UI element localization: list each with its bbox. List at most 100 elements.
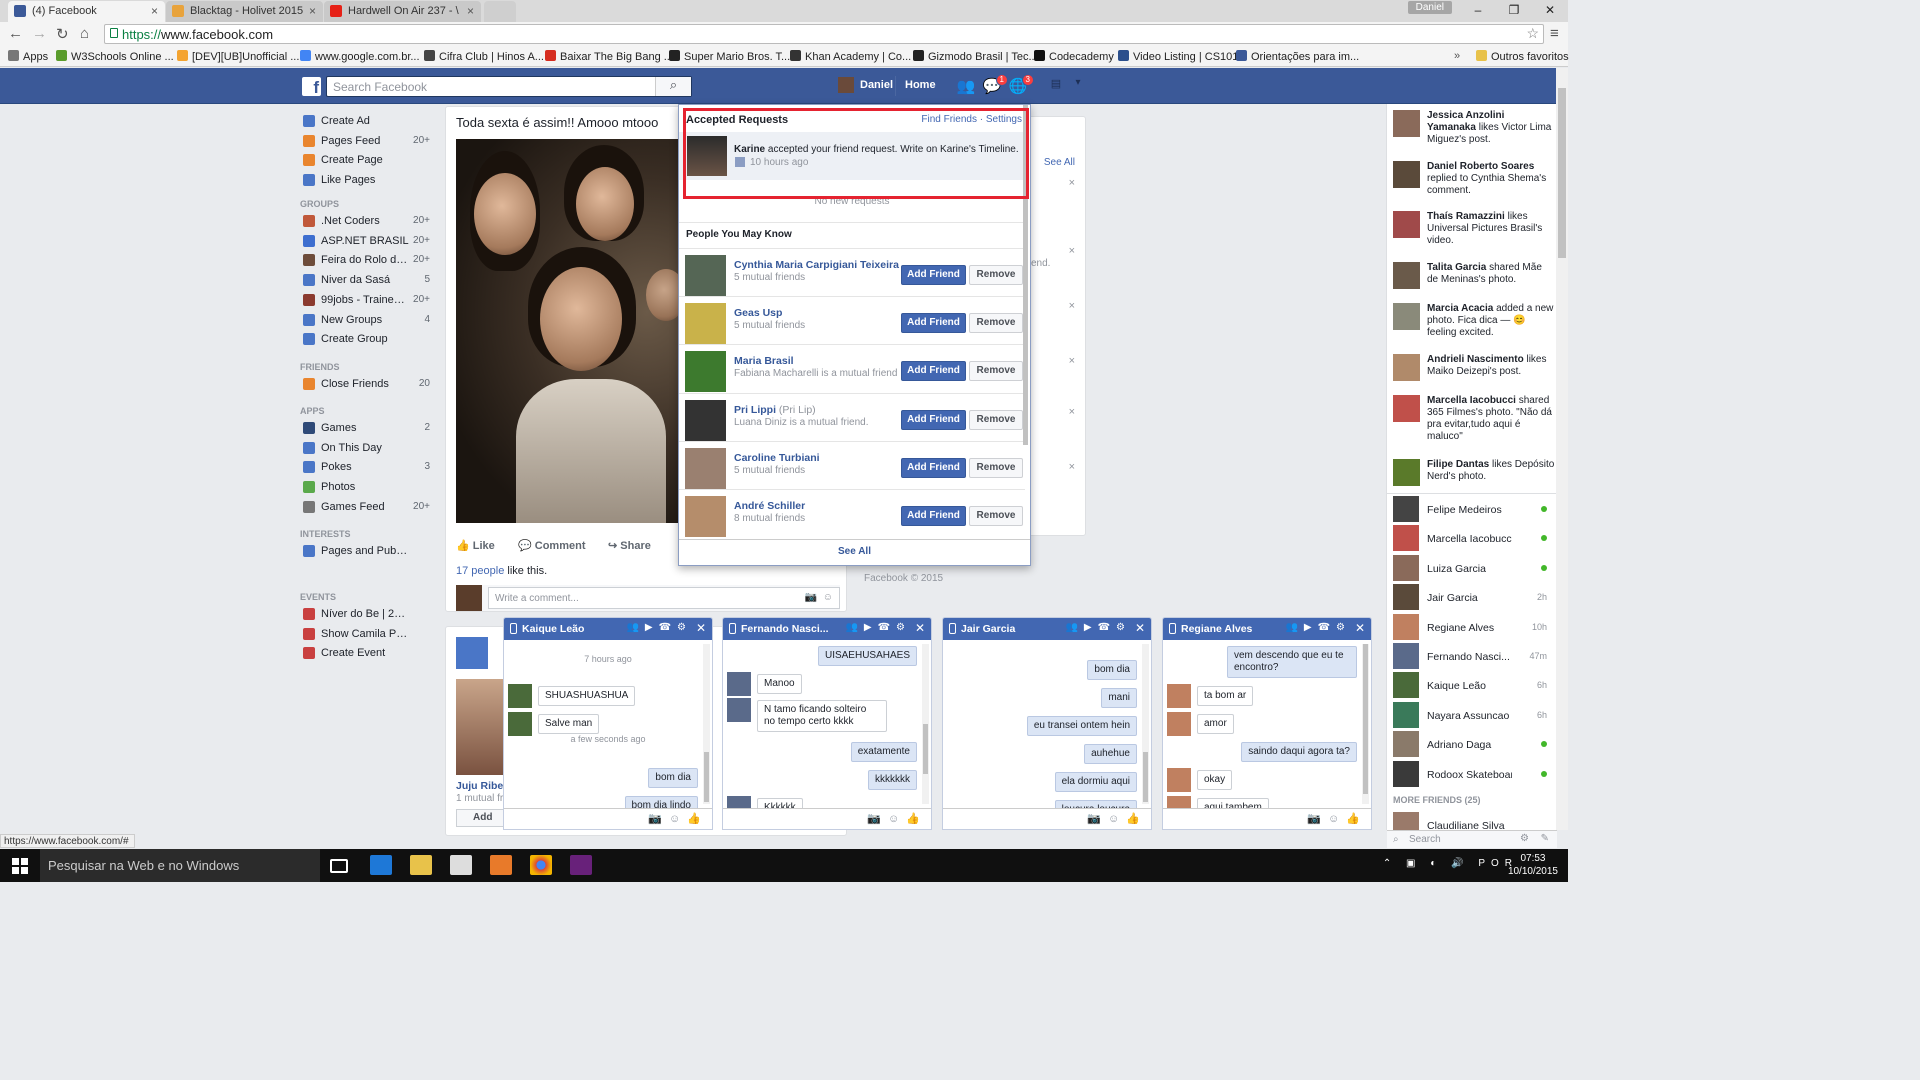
facebook-search-input[interactable]: Search Facebook ⌕ bbox=[326, 76, 692, 97]
comment-button[interactable]: 💬 Comment bbox=[518, 539, 586, 552]
browser-user-chip[interactable]: Daniel bbox=[1407, 1, 1452, 14]
close-icon[interactable]: × bbox=[1069, 177, 1075, 189]
avatar[interactable] bbox=[685, 255, 726, 296]
chat-header[interactable]: Regiane Alves 👥▶☎⚙ ✕ bbox=[1163, 618, 1371, 640]
chat-friend-row[interactable]: Kaique Leão 6h bbox=[1393, 672, 1553, 699]
avatar[interactable] bbox=[685, 447, 726, 489]
chat-header[interactable]: Fernando Nasci... 👥▶☎⚙ ✕ bbox=[723, 618, 931, 640]
close-icon[interactable]: × bbox=[1069, 355, 1075, 367]
remove-button[interactable]: Remove bbox=[969, 457, 1023, 478]
chat-header[interactable]: Jair Garcia 👥▶☎⚙ ✕ bbox=[943, 618, 1151, 640]
suggestion-photo[interactable] bbox=[456, 679, 504, 775]
bookmark-item[interactable]: [DEV][UB]Unofficial ... bbox=[177, 50, 299, 63]
nav-item[interactable]: Like Pages bbox=[300, 173, 434, 189]
search-icon[interactable]: ⌕ bbox=[655, 77, 691, 96]
tab-blacktag[interactable]: Blacktag - Holivet 2015 × bbox=[166, 1, 323, 22]
see-all-link[interactable]: See All bbox=[1044, 157, 1075, 168]
add-friend-button[interactable]: Add Friend bbox=[901, 265, 966, 285]
nav-item[interactable]: Feira do Rolo de ... 20+ bbox=[300, 253, 434, 269]
chat-actions[interactable]: 👥▶☎⚙ bbox=[1285, 622, 1351, 633]
other-bookmarks[interactable]: Outros favoritos bbox=[1476, 50, 1569, 63]
close-chat-icon[interactable]: ✕ bbox=[1355, 621, 1365, 635]
messages-icon[interactable]: 💬 1 bbox=[982, 74, 1008, 95]
avatar[interactable] bbox=[685, 351, 726, 393]
like-button[interactable]: 👍 Like bbox=[456, 539, 495, 552]
camera-icon[interactable]: 📷 bbox=[805, 592, 817, 603]
bookmark-item[interactable]: Orientações para im... bbox=[1236, 50, 1359, 63]
bookmark-item[interactable]: Apps bbox=[8, 50, 48, 63]
share-button[interactable]: ↪ Share bbox=[608, 539, 651, 552]
remove-button[interactable]: Remove bbox=[969, 361, 1023, 382]
add-friend-button[interactable]: Add Friend bbox=[901, 506, 966, 526]
settings-gear-icon[interactable]: ⚙ bbox=[1520, 833, 1529, 844]
account-menu-icon[interactable]: ▾ bbox=[1068, 77, 1088, 95]
chat-friend-row[interactable]: Luiza Garcia bbox=[1393, 554, 1553, 581]
nav-item[interactable]: Niver da Sasá 5 bbox=[300, 273, 434, 289]
person-name[interactable]: Geas Usp bbox=[734, 307, 782, 319]
remove-button[interactable]: Remove bbox=[969, 409, 1023, 430]
clock[interactable]: 07:53 10/10/2015 bbox=[1508, 852, 1558, 878]
bookmark-item[interactable]: Super Mario Bros. T... bbox=[669, 50, 790, 63]
reload-icon[interactable]: ↻ bbox=[56, 25, 69, 43]
chat-composer[interactable]: 📷☺👍 bbox=[943, 808, 1151, 829]
nav-item[interactable]: Pokes 3 bbox=[300, 460, 434, 476]
person-name[interactable]: Pri Lippi (Pri Lip) bbox=[734, 404, 816, 416]
nav-item[interactable]: Show Camila Profitti bbox=[300, 627, 434, 643]
chat-friend-row[interactable]: Adriano Daga bbox=[1393, 731, 1553, 758]
emoji-icon[interactable]: ☺ bbox=[823, 592, 833, 603]
close-chat-icon[interactable]: ✕ bbox=[1135, 621, 1145, 635]
notifications-icon[interactable]: 🌐 3 bbox=[1008, 74, 1034, 95]
bookmark-item[interactable]: W3Schools Online ... bbox=[56, 50, 174, 63]
nav-item[interactable]: 99jobs - Trainees ... 20+ bbox=[300, 293, 434, 309]
nav-item[interactable]: Pages and Public ... bbox=[300, 544, 434, 560]
chat-composer[interactable]: 📷☺👍 bbox=[723, 808, 931, 829]
add-friend-button[interactable]: Add Friend bbox=[901, 409, 966, 430]
nav-item[interactable]: Pages Feed 20+ bbox=[300, 134, 434, 150]
close-chat-icon[interactable]: ✕ bbox=[696, 621, 706, 635]
friend-requests-icon[interactable]: 👥 bbox=[956, 77, 976, 95]
bookmark-item[interactable]: Codecademy bbox=[1034, 50, 1114, 63]
bookmark-item[interactable]: Video Listing | CS101 bbox=[1118, 50, 1238, 63]
chat-friend-row[interactable]: Fernando Nasci... 47m bbox=[1393, 643, 1553, 669]
tab-hardwell[interactable]: Hardwell On Air 237 - \ × bbox=[324, 1, 481, 22]
chat-actions[interactable]: 👥▶☎⚙ bbox=[1065, 622, 1131, 633]
person-name[interactable]: Maria Brasil bbox=[734, 355, 794, 367]
maximize-icon[interactable]: ❐ bbox=[1496, 0, 1532, 20]
remove-button[interactable]: Remove bbox=[969, 265, 1023, 285]
chat-header[interactable]: Kaique Leão 👥▶☎⚙ ✕ bbox=[504, 618, 712, 640]
bookmark-item[interactable]: Baixar The Big Bang ... bbox=[545, 50, 673, 63]
nav-item[interactable]: Níver do Be | 2° Ed... bbox=[300, 607, 434, 623]
page-scrollbar[interactable] bbox=[1556, 68, 1568, 830]
media-player-icon[interactable] bbox=[490, 855, 512, 875]
chat-tools[interactable]: 📷☺👍 bbox=[1307, 812, 1367, 825]
close-icon[interactable]: × bbox=[1069, 245, 1075, 257]
bookmark-item[interactable]: Cifra Club | Hinos A... bbox=[424, 50, 544, 63]
chat-composer[interactable]: 📷☺👍 bbox=[1163, 808, 1371, 829]
add-friend-button[interactable]: Add Friend bbox=[901, 313, 966, 334]
chat-friend-row[interactable]: Felipe Medeiros bbox=[1393, 496, 1553, 522]
chat-friend-row[interactable]: Nayara Assuncao 6h bbox=[1393, 701, 1553, 728]
system-tray[interactable]: ⌃ ▣ ◐ 🔊 POR bbox=[1383, 858, 1518, 869]
chat-scrollbar[interactable] bbox=[922, 644, 929, 804]
close-chat-icon[interactable]: ✕ bbox=[915, 621, 925, 635]
home-link[interactable]: Home bbox=[905, 79, 936, 91]
back-icon[interactable]: ← bbox=[8, 25, 23, 42]
nav-item[interactable]: Games 2 bbox=[300, 421, 434, 437]
remove-button[interactable]: Remove bbox=[969, 506, 1023, 526]
chat-actions[interactable]: 👥▶☎⚙ bbox=[845, 622, 911, 633]
chat-scrollbar[interactable] bbox=[1362, 644, 1369, 804]
edge-icon[interactable] bbox=[370, 855, 392, 875]
close-tab-icon[interactable]: × bbox=[309, 4, 316, 18]
person-name[interactable]: André Schiller bbox=[734, 500, 805, 512]
tab-facebook[interactable]: (4) Facebook × bbox=[8, 1, 165, 22]
nav-item[interactable]: Photos bbox=[300, 480, 434, 496]
chat-search-input[interactable]: Search ⌕ ⚙ ✎ bbox=[1387, 830, 1557, 848]
avatar[interactable] bbox=[685, 496, 726, 537]
nav-item[interactable]: Games Feed 20+ bbox=[300, 500, 434, 516]
add-friend-button[interactable]: Add Friend bbox=[901, 361, 966, 382]
chrome-icon[interactable] bbox=[530, 855, 552, 875]
close-window-icon[interactable]: ✕ bbox=[1532, 0, 1568, 20]
new-tab-button[interactable] bbox=[484, 1, 516, 22]
close-icon[interactable]: × bbox=[1069, 300, 1075, 312]
scrollbar-thumb[interactable] bbox=[1558, 88, 1566, 258]
